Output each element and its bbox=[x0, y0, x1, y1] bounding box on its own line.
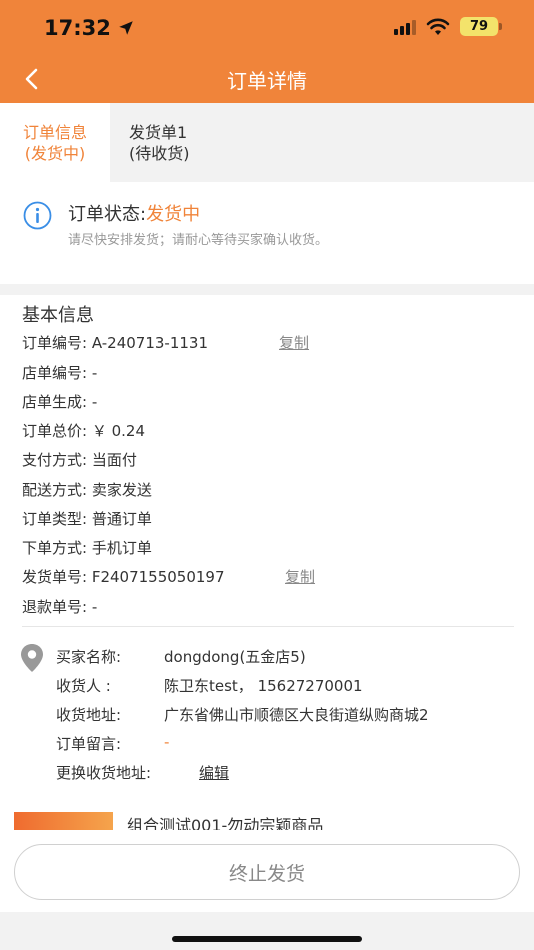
copy-shipment-number-button[interactable]: 复制 bbox=[285, 566, 315, 587]
basic-info-title: 基本信息 bbox=[22, 305, 94, 326]
store-generated: 店单生成: - bbox=[22, 393, 98, 411]
shipment-number: 发货单号: F2407155050197 bbox=[22, 568, 225, 586]
stop-shipping-button[interactable]: 终止发货 bbox=[14, 844, 520, 900]
cellular-signal-icon bbox=[394, 19, 416, 35]
order-status-value: 发货中 bbox=[146, 204, 201, 225]
change-address-label: 更换收货地址: bbox=[56, 764, 152, 782]
product-thumbnail[interactable] bbox=[14, 812, 113, 830]
tab-label-line1: 订单信息 bbox=[22, 122, 87, 142]
divider bbox=[22, 626, 514, 627]
tab-order-info[interactable]: 订单信息 (发货中) bbox=[0, 103, 110, 182]
footer-bar: 终止发货 bbox=[0, 830, 534, 912]
location-arrow-icon bbox=[119, 21, 133, 35]
buyer-name-label: 买家名称: bbox=[56, 648, 122, 666]
store-number: 店单编号: - bbox=[22, 364, 98, 382]
nav-bar: 订单详情 bbox=[0, 55, 534, 103]
order-tabs: 订单信息 (发货中) 发货单1 (待收货) bbox=[0, 103, 534, 182]
address: 广东省佛山市顺德区大良街道纵购商城2 bbox=[164, 706, 429, 724]
order-note-label: 订单留言: bbox=[56, 735, 122, 753]
buyer-name: dongdong(五金店5) bbox=[164, 648, 306, 666]
address-label: 收货地址: bbox=[56, 706, 122, 724]
status-bar: 17:32 79 bbox=[0, 0, 534, 55]
order-status-card: 订单状态:发货中 请尽快安排发货；请耐心等待买家确认收货。 bbox=[0, 182, 534, 284]
product-list: 组合测试001-勿动宗颖商品 bbox=[0, 800, 534, 830]
battery-icon: 79 bbox=[460, 17, 502, 36]
order-status-label: 订单状态: bbox=[68, 204, 147, 225]
status-time-text: 17:32 bbox=[44, 16, 111, 40]
home-area bbox=[0, 912, 534, 950]
tab-shipment-1[interactable]: 发货单1 (待收货) bbox=[129, 103, 190, 182]
tab-label-line1: 发货单1 bbox=[129, 122, 188, 142]
copy-order-number-button[interactable]: 复制 bbox=[279, 332, 309, 353]
status-indicators: 79 bbox=[394, 17, 502, 36]
delivery-method: 配送方式: 卖家发送 bbox=[22, 481, 152, 499]
receiver: 陈卫东test， 15627270001 bbox=[164, 677, 363, 695]
page-title: 订单详情 bbox=[227, 69, 307, 93]
home-indicator[interactable] bbox=[172, 936, 362, 942]
order-type: 订单类型: 普通订单 bbox=[22, 510, 152, 528]
receiver-label: 收货人 : bbox=[56, 677, 111, 695]
order-status-hint: 请尽快安排发货；请耐心等待买家确认收货。 bbox=[68, 233, 329, 248]
location-pin-icon bbox=[21, 644, 43, 672]
order-status-line: 订单状态:发货中 bbox=[68, 200, 200, 226]
wifi-icon bbox=[426, 18, 450, 35]
tab-label-line2: (待收货) bbox=[129, 143, 190, 163]
order-total: 订单总价: ￥ 0.24 bbox=[22, 422, 145, 440]
payment-method: 支付方式: 当面付 bbox=[22, 451, 137, 469]
status-time: 17:32 bbox=[44, 16, 135, 40]
info-icon bbox=[23, 201, 52, 230]
refund-number: 退款单号: - bbox=[22, 598, 98, 616]
basic-info-card: 基本信息 订单编号: A-240713-1131 复制 店单编号: - 店单生成… bbox=[0, 295, 534, 800]
order-method: 下单方式: 手机订单 bbox=[22, 539, 152, 557]
order-note: - bbox=[164, 733, 170, 751]
tab-label-line2: (发货中) bbox=[24, 143, 86, 163]
order-number: 订单编号: A-240713-1131 bbox=[22, 334, 209, 352]
product-name[interactable]: 组合测试001-勿动宗颖商品 bbox=[127, 812, 323, 830]
edit-address-button[interactable]: 编辑 bbox=[199, 762, 229, 783]
